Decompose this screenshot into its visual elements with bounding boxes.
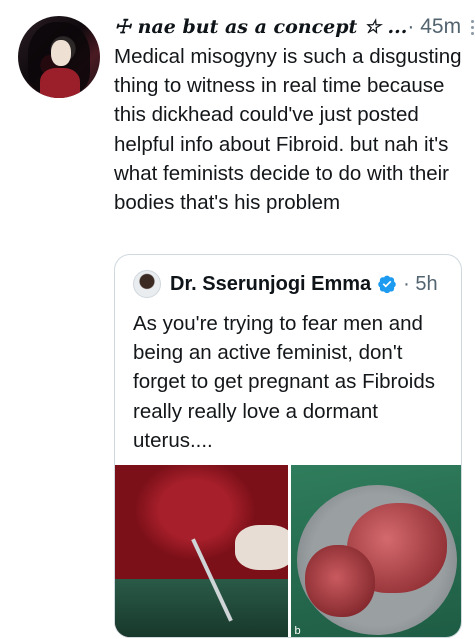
quoted-tweet-text: As you're trying to fear men and being a…	[133, 312, 435, 452]
media-grid: b	[115, 465, 461, 637]
verified-badge-icon	[378, 275, 396, 294]
tweet-header: ☩ nae but as a concept ☆ ... · 45m	[114, 13, 475, 41]
tweet-text: Medical misogyny is such a disgusting th…	[114, 45, 462, 215]
surgery-photo[interactable]	[115, 465, 288, 637]
quoted-tweet[interactable]: Dr. Sserunjogi Emma · 5h As you're tryin…	[114, 254, 462, 638]
fibroid-mass-small	[304, 545, 375, 617]
surgical-drape	[115, 579, 288, 637]
quoted-author-avatar[interactable]	[133, 270, 161, 298]
tweet-time[interactable]: · 45m	[407, 15, 461, 39]
gloved-hand	[235, 525, 288, 570]
fibroid-photo[interactable]: b	[290, 465, 461, 637]
quoted-author-name[interactable]: Dr. Sserunjogi Emma	[170, 273, 371, 296]
quoted-tweet-time[interactable]: · 5h	[403, 273, 437, 296]
more-options-icon[interactable]	[471, 19, 475, 35]
author-name[interactable]: ☩ nae but as a concept ☆ ...	[114, 16, 407, 38]
author-avatar[interactable]	[18, 16, 100, 98]
avatar-face	[51, 40, 71, 66]
quoted-tweet-header: Dr. Sserunjogi Emma · 5h	[133, 269, 451, 299]
avatar-dress	[40, 68, 80, 98]
photo-mark: b	[294, 625, 301, 637]
